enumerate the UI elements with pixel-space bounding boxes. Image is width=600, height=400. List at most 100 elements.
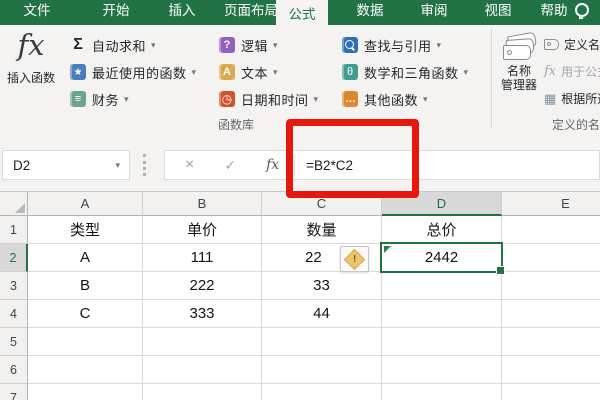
tell-me-lightbulb-icon[interactable] xyxy=(575,3,589,19)
tab-file[interactable]: 文件 xyxy=(14,0,60,25)
row-header-3[interactable]: 3 xyxy=(0,272,28,300)
enter-icon[interactable]: ✓ xyxy=(224,157,236,174)
text-button[interactable]: A 文本 ▾ xyxy=(219,60,278,84)
fill-handle[interactable] xyxy=(496,266,505,275)
clock-book-icon: ◷ xyxy=(219,91,235,107)
chevron-down-icon[interactable]: ▾ xyxy=(151,40,156,51)
column-header-c[interactable]: C xyxy=(262,192,382,216)
error-checking-options-button[interactable]: ! xyxy=(340,246,369,272)
cell-d6[interactable] xyxy=(382,356,502,384)
chevron-down-icon[interactable]: ▾ xyxy=(273,40,278,51)
cell-a4[interactable]: C xyxy=(28,300,143,328)
name-manager-button[interactable]: 名称 管理器 xyxy=(494,30,544,92)
cell-b6[interactable] xyxy=(143,356,262,384)
tab-home[interactable]: 开始 xyxy=(94,0,138,25)
cell-c3[interactable]: 33 xyxy=(262,272,382,300)
insert-function-button[interactable]: fx 插入函数 xyxy=(2,28,60,124)
logical-book-icon: ? xyxy=(219,37,235,53)
cell-e6[interactable] xyxy=(502,356,600,384)
cell-e4[interactable] xyxy=(502,300,600,328)
logical-button[interactable]: ? 逻辑 ▾ xyxy=(219,33,278,57)
column-header-a[interactable]: A xyxy=(28,192,143,216)
cell-b3[interactable]: 222 xyxy=(143,272,262,300)
worksheet-grid: A B C D E 1 类型 单价 数量 总价 2 A 111 22 2442 … xyxy=(0,192,600,400)
chevron-down-icon[interactable]: ▾ xyxy=(273,67,278,78)
define-name-button[interactable]: 定义名称 xyxy=(544,33,600,55)
formula-input[interactable]: =B2*C2 xyxy=(306,158,353,173)
cell-d3[interactable] xyxy=(382,272,502,300)
column-header-e[interactable]: E xyxy=(502,192,600,216)
use-in-formula-button[interactable]: fx 用于公式 xyxy=(544,60,600,82)
tab-help[interactable]: 帮助 xyxy=(532,0,576,25)
tab-insert[interactable]: 插入 xyxy=(160,0,204,25)
row-header-4[interactable]: 4 xyxy=(0,300,28,328)
cell-e7[interactable] xyxy=(502,384,600,400)
cell-c5[interactable] xyxy=(262,328,382,356)
cell-b4[interactable]: 333 xyxy=(143,300,262,328)
tab-formulas[interactable]: 公式 xyxy=(276,0,328,25)
chevron-down-icon[interactable]: ▾ xyxy=(192,67,197,78)
cell-c1[interactable]: 数量 xyxy=(262,216,382,244)
date-time-button[interactable]: ◷ 日期和时间 ▾ xyxy=(219,87,318,111)
lookup-reference-button[interactable]: 查找与引用 ▾ xyxy=(342,33,441,57)
column-header-b[interactable]: B xyxy=(143,192,262,216)
ribbon-formulas: fx 插入函数 Σ 自动求和 ▾ ★ 最近使用的函数 ▾ ≡ 财务 ▾ ? 逻辑… xyxy=(0,25,600,132)
row-header-6[interactable]: 6 xyxy=(0,356,28,384)
cell-e5[interactable] xyxy=(502,328,600,356)
autosum-button[interactable]: Σ 自动求和 ▾ xyxy=(70,33,156,57)
cell-d1[interactable]: 总价 xyxy=(382,216,502,244)
row-header-2[interactable]: 2 xyxy=(0,244,28,272)
cancel-icon[interactable]: × xyxy=(185,157,194,173)
math-trig-button[interactable]: θ 数学和三角函数 ▾ xyxy=(342,60,468,84)
formula-input-panel: × ✓ fx =B2*C2 xyxy=(164,150,600,180)
cell-d5[interactable] xyxy=(382,328,502,356)
financial-button[interactable]: ≡ 财务 ▾ xyxy=(70,87,129,111)
name-tags-icon xyxy=(502,31,538,61)
group-divider xyxy=(491,29,492,128)
cell-e2[interactable] xyxy=(502,244,600,272)
formula-bar-drag-handle[interactable] xyxy=(143,154,146,176)
cell-c6[interactable] xyxy=(262,356,382,384)
cell-a7[interactable] xyxy=(28,384,143,400)
more-functions-button[interactable]: … 其他函数 ▾ xyxy=(342,87,428,111)
cell-d7[interactable] xyxy=(382,384,502,400)
tab-view[interactable]: 视图 xyxy=(476,0,520,25)
cell-c7[interactable] xyxy=(262,384,382,400)
magnifier-book-icon xyxy=(342,37,358,53)
cell-e3[interactable] xyxy=(502,272,600,300)
column-header-d[interactable]: D xyxy=(382,192,502,216)
magnifier-icon xyxy=(344,39,354,49)
cell-e1[interactable] xyxy=(502,216,600,244)
cell-a6[interactable] xyxy=(28,356,143,384)
tab-review[interactable]: 审阅 xyxy=(412,0,456,25)
chevron-down-icon[interactable]: ▾ xyxy=(437,40,442,51)
cell-b2[interactable]: 111 xyxy=(143,244,262,272)
row-header-7[interactable]: 7 xyxy=(0,384,28,400)
chevron-down-icon[interactable]: ▾ xyxy=(115,160,120,171)
cell-a5[interactable] xyxy=(28,328,143,356)
cell-a1[interactable]: 类型 xyxy=(28,216,143,244)
cell-a2[interactable]: A xyxy=(28,244,143,272)
chevron-down-icon[interactable]: ▾ xyxy=(314,94,319,105)
row-header-1[interactable]: 1 xyxy=(0,216,28,244)
cell-c4[interactable]: 44 xyxy=(262,300,382,328)
name-box[interactable]: D2 ▾ xyxy=(2,150,130,180)
excel-window: 文件 开始 插入 页面布局 公式 数据 审阅 视图 帮助 fx 插入函数 Σ 自… xyxy=(0,0,600,400)
text-book-icon: A xyxy=(219,64,235,80)
chevron-down-icon[interactable]: ▾ xyxy=(464,67,469,78)
chevron-down-icon[interactable]: ▾ xyxy=(423,94,428,105)
select-all-button[interactable] xyxy=(0,192,28,216)
cell-b7[interactable] xyxy=(143,384,262,400)
tab-data[interactable]: 数据 xyxy=(348,0,392,25)
cell-d2-selected[interactable]: 2442 xyxy=(382,244,502,272)
cell-a3[interactable]: B xyxy=(28,272,143,300)
cell-b1[interactable]: 单价 xyxy=(143,216,262,244)
cell-d4[interactable] xyxy=(382,300,502,328)
theta-book-icon: θ xyxy=(342,64,358,80)
recently-used-button[interactable]: ★ 最近使用的函数 ▾ xyxy=(70,60,196,84)
insert-function-fx-icon[interactable]: fx xyxy=(266,157,279,173)
create-from-selection-button[interactable]: ▦ 根据所选内容创建 xyxy=(544,87,600,109)
cell-b5[interactable] xyxy=(143,328,262,356)
row-header-5[interactable]: 5 xyxy=(0,328,28,356)
chevron-down-icon[interactable]: ▾ xyxy=(124,94,129,105)
